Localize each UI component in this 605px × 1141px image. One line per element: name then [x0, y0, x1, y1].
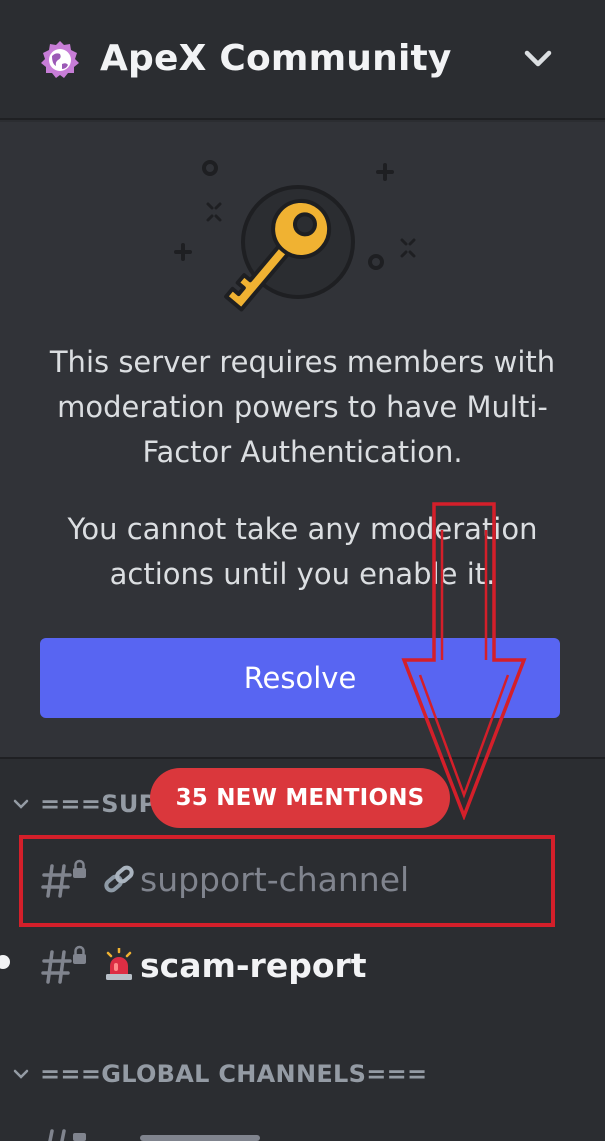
chevron-down-icon	[13, 1069, 29, 1079]
unread-indicator	[0, 955, 10, 969]
globe-icon	[41, 41, 79, 78]
server-header[interactable]: ApeX Community	[0, 0, 605, 120]
category-global-channels[interactable]: ===GLOBAL CHANNELS===	[12, 1060, 427, 1088]
chevron-down-icon[interactable]	[520, 44, 556, 74]
locked-hash-icon	[41, 945, 86, 984]
channel-scam-report[interactable]: scam-report	[40, 935, 367, 995]
siren-icon	[106, 948, 132, 980]
annotation-arrow-down-icon	[401, 502, 527, 820]
annotation-highlight-box	[19, 835, 555, 927]
category-label: ===GLOBAL CHANNELS===	[40, 1060, 428, 1088]
partial-channel-row	[48, 1129, 260, 1141]
mfa-requirement-text: This server requires members with modera…	[49, 345, 556, 469]
key-icon	[174, 160, 416, 312]
channel-name: scam-report	[140, 945, 367, 985]
chevron-down-icon	[13, 799, 29, 809]
server-name: ApeX Community	[100, 38, 452, 79]
